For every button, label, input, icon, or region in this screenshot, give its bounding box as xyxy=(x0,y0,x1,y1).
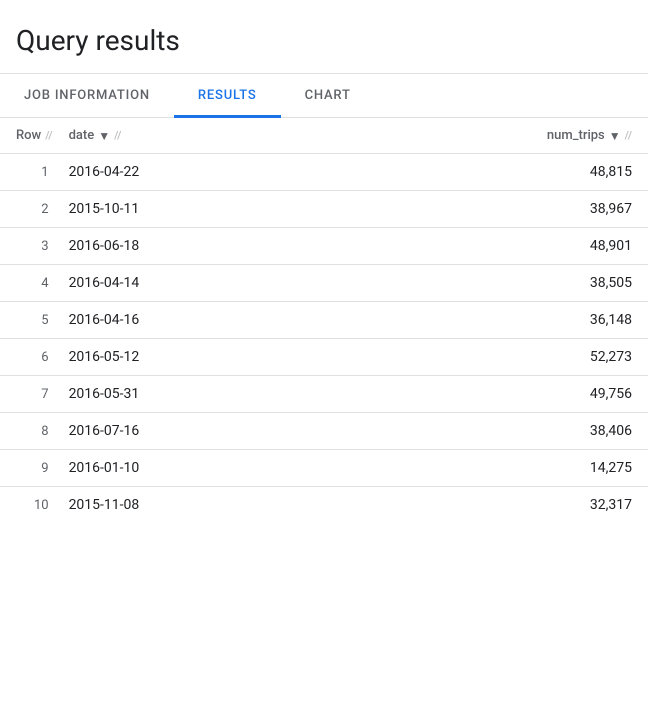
table-row: 22015-10-1138,967 xyxy=(0,191,648,228)
page-title: Query results xyxy=(0,0,648,73)
cell-num-trips-3: 48,901 xyxy=(281,228,648,265)
cell-date-3: 2016-06-18 xyxy=(61,228,281,265)
table-row: 52016-04-1636,148 xyxy=(0,302,648,339)
cell-num-trips-7: 49,756 xyxy=(281,376,648,413)
cell-row-4: 4 xyxy=(0,265,61,302)
cell-num-trips-6: 52,273 xyxy=(281,339,648,376)
tab-results[interactable]: RESULTS xyxy=(174,74,281,117)
tab-chart[interactable]: CHART xyxy=(281,74,375,117)
col-header-row: Row // xyxy=(0,118,61,154)
cell-row-3: 3 xyxy=(0,228,61,265)
tab-bar: JOB INFORMATION RESULTS CHART xyxy=(0,74,648,118)
cell-row-9: 9 xyxy=(0,450,61,487)
cell-date-2: 2015-10-11 xyxy=(61,191,281,228)
table-row: 102015-11-0832,317 xyxy=(0,487,648,524)
cell-num-trips-8: 38,406 xyxy=(281,413,648,450)
cell-date-10: 2015-11-08 xyxy=(61,487,281,524)
cell-row-1: 1 xyxy=(0,154,61,191)
date-sort-icon[interactable]: ▼ xyxy=(98,129,110,143)
col-row-resize[interactable]: // xyxy=(45,129,52,142)
table-body: 12016-04-2248,81522015-10-1138,96732016-… xyxy=(0,154,648,524)
col-num-trips-resize[interactable]: // xyxy=(625,129,632,142)
col-row-label: Row xyxy=(16,128,41,143)
cell-num-trips-9: 14,275 xyxy=(281,450,648,487)
table-row: 12016-04-2248,815 xyxy=(0,154,648,191)
cell-row-10: 10 xyxy=(0,487,61,524)
table-row: 62016-05-1252,273 xyxy=(0,339,648,376)
cell-date-7: 2016-05-31 xyxy=(61,376,281,413)
cell-row-2: 2 xyxy=(0,191,61,228)
cell-row-7: 7 xyxy=(0,376,61,413)
cell-num-trips-1: 48,815 xyxy=(281,154,648,191)
table-row: 92016-01-1014,275 xyxy=(0,450,648,487)
cell-date-9: 2016-01-10 xyxy=(61,450,281,487)
num-trips-sort-icon[interactable]: ▼ xyxy=(609,129,621,143)
cell-date-8: 2016-07-16 xyxy=(61,413,281,450)
col-header-num-trips[interactable]: num_trips ▼ // xyxy=(281,118,648,154)
col-date-label: date xyxy=(69,128,95,143)
table-row: 72016-05-3149,756 xyxy=(0,376,648,413)
results-table: Row // date ▼ // num_trips ▼ // xyxy=(0,118,648,523)
table-header-row: Row // date ▼ // num_trips ▼ // xyxy=(0,118,648,154)
cell-date-6: 2016-05-12 xyxy=(61,339,281,376)
cell-row-6: 6 xyxy=(0,339,61,376)
cell-num-trips-2: 38,967 xyxy=(281,191,648,228)
cell-row-8: 8 xyxy=(0,413,61,450)
cell-date-1: 2016-04-22 xyxy=(61,154,281,191)
cell-num-trips-4: 38,505 xyxy=(281,265,648,302)
table-row: 32016-06-1848,901 xyxy=(0,228,648,265)
col-num-trips-label: num_trips xyxy=(547,128,605,143)
cell-date-5: 2016-04-16 xyxy=(61,302,281,339)
table-row: 82016-07-1638,406 xyxy=(0,413,648,450)
cell-num-trips-5: 36,148 xyxy=(281,302,648,339)
cell-date-4: 2016-04-14 xyxy=(61,265,281,302)
table-row: 42016-04-1438,505 xyxy=(0,265,648,302)
cell-num-trips-10: 32,317 xyxy=(281,487,648,524)
results-table-container: Row // date ▼ // num_trips ▼ // xyxy=(0,118,648,523)
col-date-resize[interactable]: // xyxy=(114,129,121,142)
col-header-date[interactable]: date ▼ // xyxy=(61,118,281,154)
tab-job-information[interactable]: JOB INFORMATION xyxy=(0,74,174,117)
cell-row-5: 5 xyxy=(0,302,61,339)
